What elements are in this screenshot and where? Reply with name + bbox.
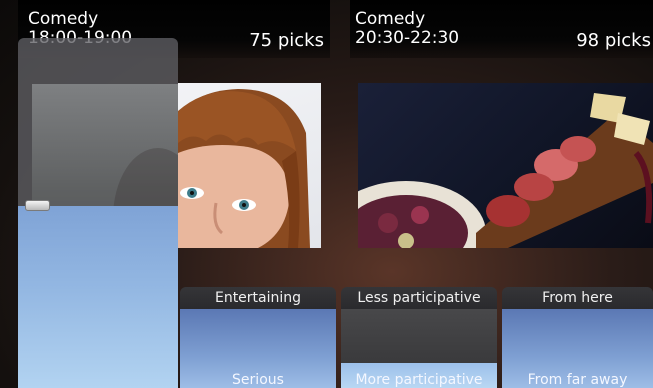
- card-label-bottom: More participative: [355, 372, 483, 388]
- card-dark-area: [341, 309, 497, 363]
- preference-card-participative[interactable]: Less participative More participative: [341, 287, 497, 388]
- card-label-bottom: From far away: [527, 372, 628, 388]
- portrait-image: [178, 89, 310, 248]
- program-genre: Comedy: [28, 9, 99, 29]
- card-label-bottom: Serious: [232, 372, 284, 388]
- food-image: [358, 93, 653, 248]
- program-thumbnail-portrait[interactable]: [178, 83, 321, 248]
- preference-card-entertaining-serious[interactable]: Entertaining Serious: [180, 287, 336, 388]
- program-picks: 98 picks: [576, 30, 651, 51]
- card-label-top: Entertaining: [214, 290, 302, 306]
- program-thumbnail-food[interactable]: [358, 83, 653, 248]
- card-label-top: From here: [542, 290, 613, 306]
- slider-handle[interactable]: [25, 200, 50, 211]
- program-header-2[interactable]: Comedy 20:30-22:30 98 picks: [350, 0, 653, 58]
- program-picks: 75 picks: [249, 30, 324, 51]
- card-label-top: Less participative: [357, 290, 481, 306]
- preference-card-distance[interactable]: From here From far away: [502, 287, 653, 388]
- program-genre: Comedy: [355, 9, 426, 29]
- tv-guide-screen: Comedy 18:00-19:00 75 picks Comedy 20:30…: [0, 0, 653, 388]
- preference-slider[interactable]: [18, 38, 178, 388]
- slider-fill: [18, 206, 178, 388]
- program-time: 20:30-22:30: [355, 28, 460, 48]
